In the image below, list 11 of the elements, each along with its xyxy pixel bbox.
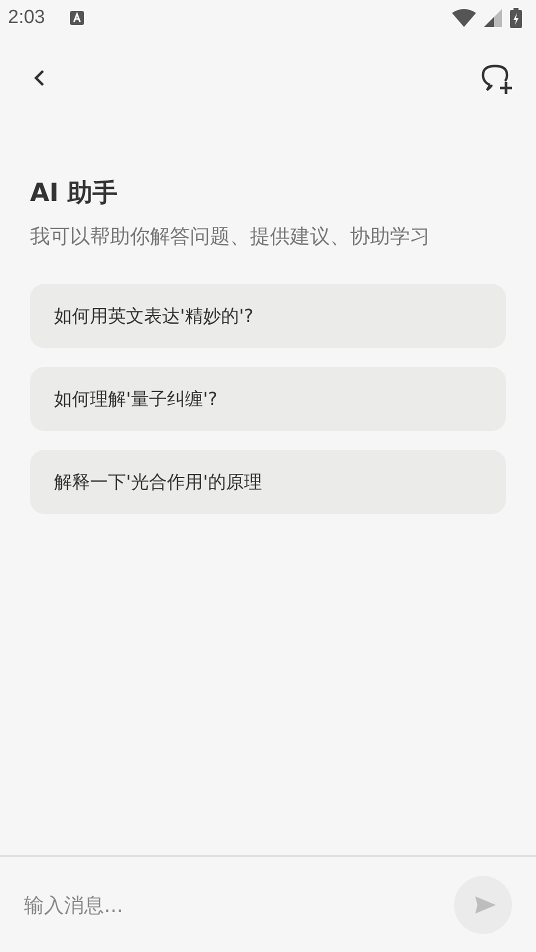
message-input[interactable]: 输入消息...	[24, 892, 444, 916]
assistant-subtitle: 我可以帮助你解答问题、提供建议、协助学习	[30, 223, 431, 250]
wifi-icon	[452, 9, 476, 27]
signal-icon	[484, 9, 502, 27]
assistant-title: AI 助手	[30, 177, 118, 209]
suggestion-card[interactable]: 如何理解'量子纠缠'?	[30, 367, 506, 431]
battery-icon	[510, 8, 522, 28]
suggestion-card[interactable]: 如何用英文表达'精妙的'?	[30, 284, 506, 348]
suggestion-card[interactable]: 解释一下'光合作用'的原理	[30, 450, 506, 514]
keyboard-notification-icon	[68, 10, 85, 26]
status-time: 2:03	[8, 7, 45, 29]
